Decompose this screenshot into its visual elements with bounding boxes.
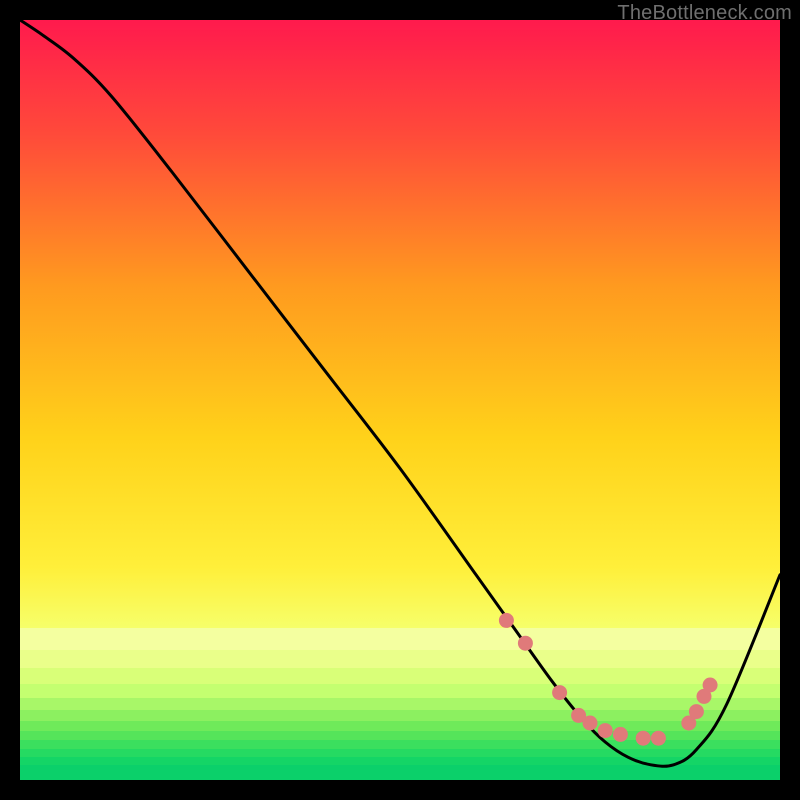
scatter-dot [636,731,651,746]
attribution-text: TheBottleneck.com [617,2,792,25]
bottleneck-curve [20,20,780,766]
scatter-dot [499,613,514,628]
scatter-dot [518,636,533,651]
scatter-dot [598,723,613,738]
scatter-points [499,613,718,746]
chart-frame: TheBottleneck.com [0,0,800,800]
scatter-dot [703,678,718,693]
scatter-dot [552,685,567,700]
scatter-dot [613,727,628,742]
chart-svg [20,20,780,780]
scatter-dot [583,716,598,731]
plot-area [20,20,780,780]
scatter-dot [689,704,704,719]
scatter-dot [651,731,666,746]
